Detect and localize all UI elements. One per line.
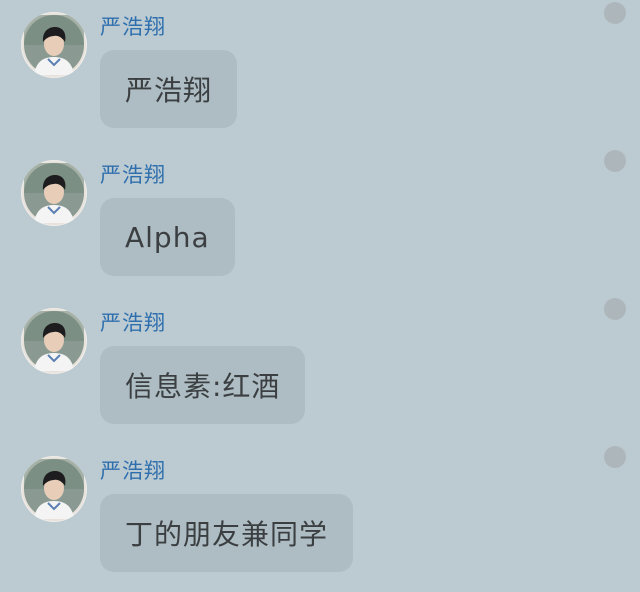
user-avatar-icon <box>24 311 84 371</box>
avatar[interactable] <box>21 12 87 78</box>
message-bubble[interactable]: 信息素:红酒 <box>100 346 306 424</box>
message-status-indicator <box>604 446 626 468</box>
user-avatar-icon <box>24 459 84 519</box>
avatar[interactable] <box>21 308 87 374</box>
avatar[interactable] <box>21 456 87 522</box>
sender-name: 严浩翔 <box>100 163 166 187</box>
chat-message: 严浩翔 信息素:红酒 <box>0 296 640 444</box>
user-avatar-icon <box>24 15 84 75</box>
message-status-indicator <box>604 2 626 24</box>
sender-name: 严浩翔 <box>100 311 166 335</box>
message-bubble[interactable]: Alpha <box>100 198 235 276</box>
chat-message-list: 严浩翔 严浩翔 严浩翔 Alpha 严浩翔 信息素:红酒 严浩翔 丁的朋友兼同学 <box>0 0 640 572</box>
chat-message: 严浩翔 丁的朋友兼同学 <box>0 444 640 592</box>
message-bubble[interactable]: 严浩翔 <box>100 50 238 128</box>
sender-name: 严浩翔 <box>100 459 166 483</box>
user-avatar-icon <box>24 163 84 223</box>
message-bubble[interactable]: 丁的朋友兼同学 <box>100 494 354 572</box>
avatar[interactable] <box>21 160 87 226</box>
sender-name: 严浩翔 <box>100 15 166 39</box>
chat-message: 严浩翔 严浩翔 <box>0 0 640 148</box>
chat-message: 严浩翔 Alpha <box>0 148 640 296</box>
message-status-indicator <box>604 298 626 320</box>
message-status-indicator <box>604 150 626 172</box>
